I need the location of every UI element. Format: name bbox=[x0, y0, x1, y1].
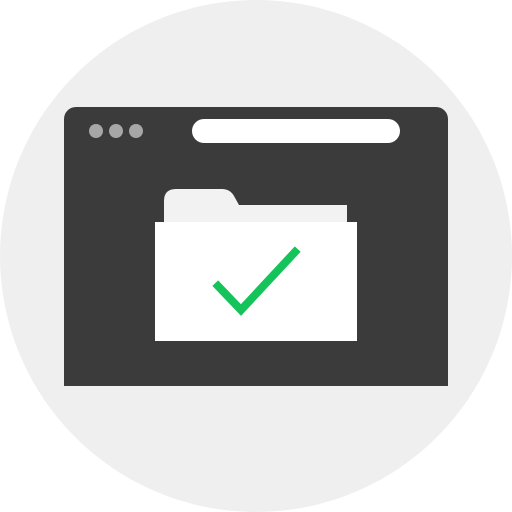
window-controls bbox=[89, 124, 145, 138]
folder-svg bbox=[155, 189, 357, 341]
illustration-canvas bbox=[0, 0, 512, 512]
folder-icon bbox=[155, 189, 357, 341]
window-dot-icon bbox=[109, 124, 123, 138]
address-bar bbox=[192, 119, 400, 143]
folder-tab-shape bbox=[164, 189, 347, 222]
folder-body-shape bbox=[155, 222, 357, 341]
window-dot-icon bbox=[89, 124, 103, 138]
window-dot-icon bbox=[129, 124, 143, 138]
